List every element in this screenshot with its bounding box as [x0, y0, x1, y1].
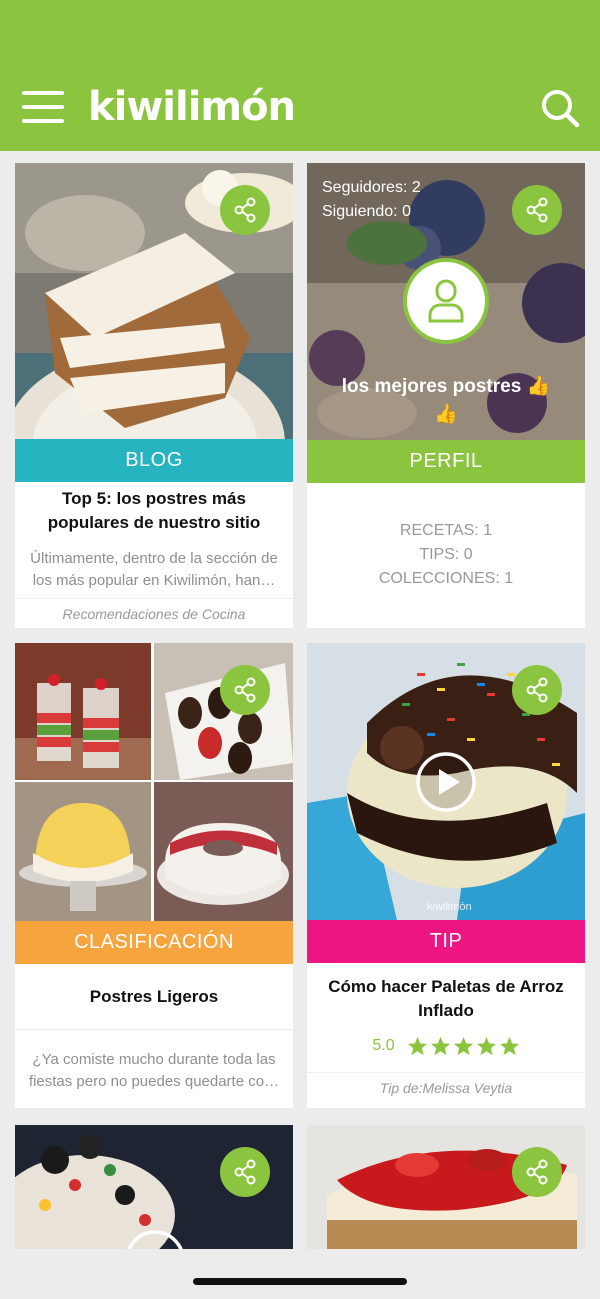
category-band-blog: BLOG: [15, 439, 293, 482]
recipe-card-partial[interactable]: [15, 1125, 293, 1249]
card-description: ¿Ya comiste mucho durante toda las fiest…: [28, 1051, 280, 1090]
share-button[interactable]: [220, 1147, 270, 1197]
star-icon: [430, 1036, 450, 1056]
tip-card[interactable]: kiwilimón TIP Cómo hacer Paletas de Arro…: [307, 643, 585, 1108]
share-button[interactable]: [220, 185, 270, 235]
share-icon: [234, 1159, 256, 1185]
star-icon: [407, 1036, 427, 1056]
card-footer: Tip de:Melissa Veytia: [307, 1072, 585, 1102]
recipes-count: RECETAS: 1: [399, 522, 493, 539]
profile-name: los mejores postres 👍 👍: [341, 376, 551, 425]
divider: [15, 1029, 293, 1030]
star-icon: [499, 1036, 519, 1056]
followers-count: Seguidores: 2: [322, 179, 421, 196]
video-watermark: kiwilimón: [427, 901, 472, 913]
user-icon: [428, 279, 464, 323]
rating-row: 5.0: [307, 1033, 585, 1059]
card-description: Últimamente, dentro de la sección de los…: [30, 550, 278, 589]
app-header: kiwilimón: [0, 0, 600, 151]
share-button[interactable]: [512, 185, 562, 235]
kiwilimon-logo: kiwilimón: [88, 84, 296, 130]
hamburger-menu-icon[interactable]: [22, 91, 64, 123]
card-footer: Recomendaciones de Cocina: [15, 598, 293, 628]
star-icon: [476, 1036, 496, 1056]
profile-card[interactable]: Seguidores: 2 Siguiendo: 0 los mejores p…: [307, 163, 585, 628]
search-icon[interactable]: [540, 88, 580, 128]
category-band-tip: TIP: [307, 920, 585, 963]
rating-value: 5.0: [372, 1037, 395, 1054]
share-icon: [526, 197, 548, 223]
collection-card[interactable]: CLASIFICACIÓN Postres Ligeros ¿Ya comist…: [15, 643, 293, 1108]
profile-avatar[interactable]: [403, 258, 489, 344]
share-button[interactable]: [512, 1147, 562, 1197]
card-title[interactable]: Top 5: los postres más populares de nues…: [25, 487, 283, 535]
home-indicator[interactable]: [193, 1278, 407, 1285]
recipe-card-partial[interactable]: [307, 1125, 585, 1249]
share-button[interactable]: [220, 665, 270, 715]
blog-card[interactable]: BLOG Top 5: los postres más populares de…: [15, 163, 293, 628]
share-button[interactable]: [512, 665, 562, 715]
share-icon: [526, 1159, 548, 1185]
share-icon: [234, 677, 256, 703]
share-icon: [526, 677, 548, 703]
card-title[interactable]: Cómo hacer Paletas de Arroz Inflado: [317, 975, 575, 1023]
share-icon: [234, 197, 256, 223]
following-count: Siguiendo: 0: [322, 203, 411, 220]
tips-count: TIPS: 0: [419, 546, 473, 563]
category-band-clasificacion: CLASIFICACIÓN: [15, 921, 293, 964]
collections-count: COLECCIONES: 1: [378, 570, 514, 587]
category-band-perfil: PERFIL: [307, 440, 585, 483]
star-rating: [407, 1036, 520, 1056]
card-title[interactable]: Postres Ligeros: [25, 985, 283, 1009]
play-icon[interactable]: [415, 751, 477, 813]
star-icon: [453, 1036, 473, 1056]
